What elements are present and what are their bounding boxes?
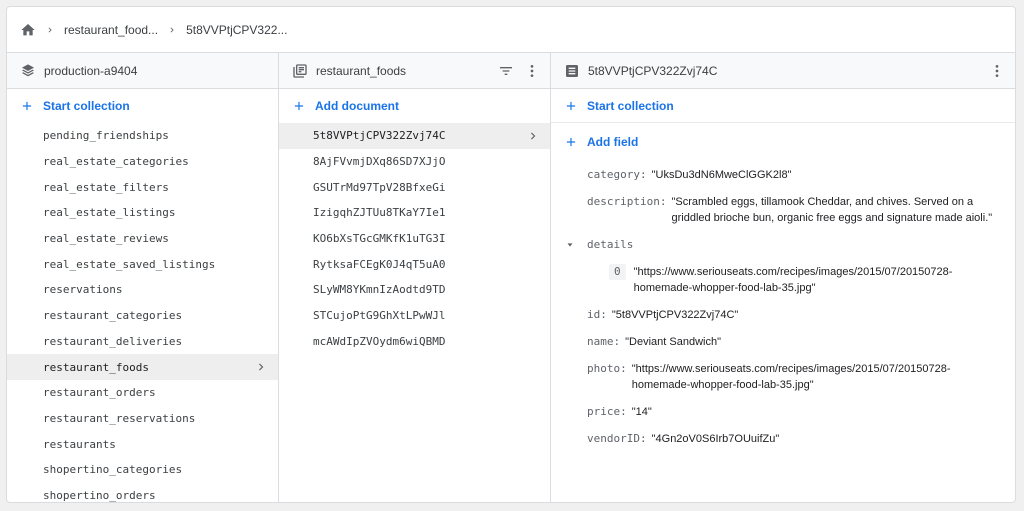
field-value: "4Gn2oV0S6Irb7OUuifZu" (651, 433, 780, 445)
chevron-right-icon (45, 25, 55, 35)
documents-column: restaurant_foods Add document 5t8VVPtjCP… (279, 53, 551, 502)
field-list: category: "UksDu3dN6MweClGGK2l8" descrip… (551, 159, 1015, 447)
document-item-selected[interactable]: 5t8VVPtjCPV322Zvj74C (279, 123, 550, 149)
filter-icon[interactable] (498, 63, 514, 79)
breadcrumb-item-collection[interactable]: restaurant_food... (64, 23, 158, 37)
breadcrumb-item-document[interactable]: 5t8VVPtjCPV322... (186, 23, 287, 37)
collection-name: restaurant_foods (316, 63, 407, 78)
collection-item[interactable]: restaurant_categories (7, 303, 278, 329)
start-subcollection-label: Start collection (587, 98, 674, 113)
chevron-right-icon (254, 360, 268, 374)
add-document-label: Add document (315, 99, 399, 113)
collection-item[interactable]: real_estate_filters (7, 174, 278, 200)
document-item[interactable]: STCujoPtG9GhXtLPwWJl (279, 303, 550, 329)
field-value: "https://www.seriouseats.com/recipes/ima… (633, 266, 953, 294)
field-details-item[interactable]: 0 "https://www.seriouseats.com/recipes/i… (551, 264, 1015, 296)
field-value: "Scrambled eggs, tillamook Cheddar, and … (671, 196, 993, 224)
root-column: production-a9404 Start collection pendin… (7, 53, 279, 502)
plus-icon (292, 99, 306, 113)
add-field-label: Add field (587, 135, 639, 149)
collection-item[interactable]: restaurants (7, 431, 278, 457)
field-vendorid[interactable]: vendorID: "4Gn2oV0S6Irb7OUuifZu" (551, 431, 1015, 447)
home-icon[interactable] (20, 22, 36, 38)
field-price[interactable]: price: "14" (551, 404, 1015, 420)
more-vert-icon[interactable] (524, 63, 540, 79)
document-item[interactable]: 8AjFVvmjDXq86SD7XJjO (279, 149, 550, 175)
collection-item[interactable]: real_estate_categories (7, 149, 278, 175)
firestore-panel: restaurant_food... 5t8VVPtjCPV322... pro… (6, 6, 1016, 503)
document-item[interactable]: SLyWM8YKmnIzAodtd9TD (279, 277, 550, 303)
field-name[interactable]: name: "Deviant Sandwich" (551, 334, 1015, 350)
root-column-header: production-a9404 (7, 53, 278, 89)
collection-list: pending_friendships real_estate_categori… (7, 123, 278, 502)
documents-column-header: restaurant_foods (279, 53, 550, 89)
document-id: 5t8VVPtjCPV322Zvj74C (588, 63, 718, 78)
collection-item[interactable]: shopertino_categories (7, 457, 278, 483)
field-details[interactable]: details (551, 237, 1015, 253)
field-key: id: (587, 308, 607, 321)
document-item-label: 5t8VVPtjCPV322Zvj74C (313, 129, 446, 143)
collection-item[interactable]: shopertino_orders (7, 483, 278, 502)
chevron-right-icon (167, 25, 177, 35)
collection-item[interactable]: real_estate_saved_listings (7, 251, 278, 277)
chevron-right-icon (526, 129, 540, 143)
expand-triangle-icon[interactable] (565, 240, 579, 250)
field-value: "UksDu3dN6MweClGGK2l8" (651, 169, 792, 181)
start-subcollection-button[interactable]: Start collection (551, 89, 1015, 123)
field-key: details (587, 238, 634, 251)
collection-item[interactable]: reservations (7, 277, 278, 303)
document-item[interactable]: mcAWdIpZVOydm6wiQBMD (279, 329, 550, 355)
collection-item-selected[interactable]: restaurant_foods (7, 354, 278, 380)
start-collection-label: Start collection (43, 99, 130, 113)
field-value: "Deviant Sandwich" (625, 336, 721, 348)
start-collection-button[interactable]: Start collection (7, 89, 278, 123)
database-icon (20, 63, 36, 79)
plus-icon (564, 135, 578, 149)
field-key: price: (587, 405, 627, 418)
field-photo[interactable]: photo: "https://www.seriouseats.com/reci… (551, 361, 1015, 393)
project-name: production-a9404 (44, 63, 138, 78)
plus-icon (564, 99, 578, 113)
document-item[interactable]: GSUTrMd97TpV28BfxeGi (279, 174, 550, 200)
document-icon (564, 63, 580, 79)
more-vert-icon[interactable] (989, 63, 1005, 79)
add-field-button[interactable]: Add field (551, 125, 1015, 159)
document-item[interactable]: IzigqhZJTUu8TKaY7Ie1 (279, 200, 550, 226)
collection-item[interactable]: pending_friendships (7, 123, 278, 149)
plus-icon (20, 99, 34, 113)
add-document-button[interactable]: Add document (279, 89, 550, 123)
field-key: photo: (587, 362, 627, 375)
field-description[interactable]: description: "Scrambled eggs, tillamook … (551, 194, 1015, 226)
field-value: "14" (631, 406, 652, 418)
collection-icon (292, 63, 308, 79)
field-key: name: (587, 335, 621, 348)
field-value: "https://www.seriouseats.com/recipes/ima… (631, 363, 951, 391)
breadcrumb: restaurant_food... 5t8VVPtjCPV322... (7, 7, 1015, 53)
collection-item[interactable]: real_estate_reviews (7, 226, 278, 252)
field-category[interactable]: category: "UksDu3dN6MweClGGK2l8" (551, 167, 1015, 183)
field-key: vendorID: (587, 432, 647, 445)
document-list: 5t8VVPtjCPV322Zvj74C 8AjFVvmjDXq86SD7XJj… (279, 123, 550, 354)
collection-item[interactable]: restaurant_deliveries (7, 329, 278, 355)
field-value: "5t8VVPtjCPV322Zvj74C" (611, 309, 739, 321)
document-item[interactable]: RytksaFCEgK0J4qT5uA0 (279, 251, 550, 277)
field-key: category: (587, 168, 647, 181)
collection-item[interactable]: restaurant_orders (7, 380, 278, 406)
array-index: 0 (609, 264, 626, 280)
collection-item[interactable]: real_estate_listings (7, 200, 278, 226)
field-id[interactable]: id: "5t8VVPtjCPV322Zvj74C" (551, 307, 1015, 323)
collection-item[interactable]: restaurant_reservations (7, 406, 278, 432)
field-key: description: (587, 195, 667, 208)
document-detail-header: 5t8VVPtjCPV322Zvj74C (551, 53, 1015, 89)
document-detail-column: 5t8VVPtjCPV322Zvj74C Start collection Ad… (551, 53, 1015, 502)
document-item[interactable]: KO6bXsTGcGMKfK1uTG3I (279, 226, 550, 252)
collection-item-label: restaurant_foods (43, 360, 149, 374)
